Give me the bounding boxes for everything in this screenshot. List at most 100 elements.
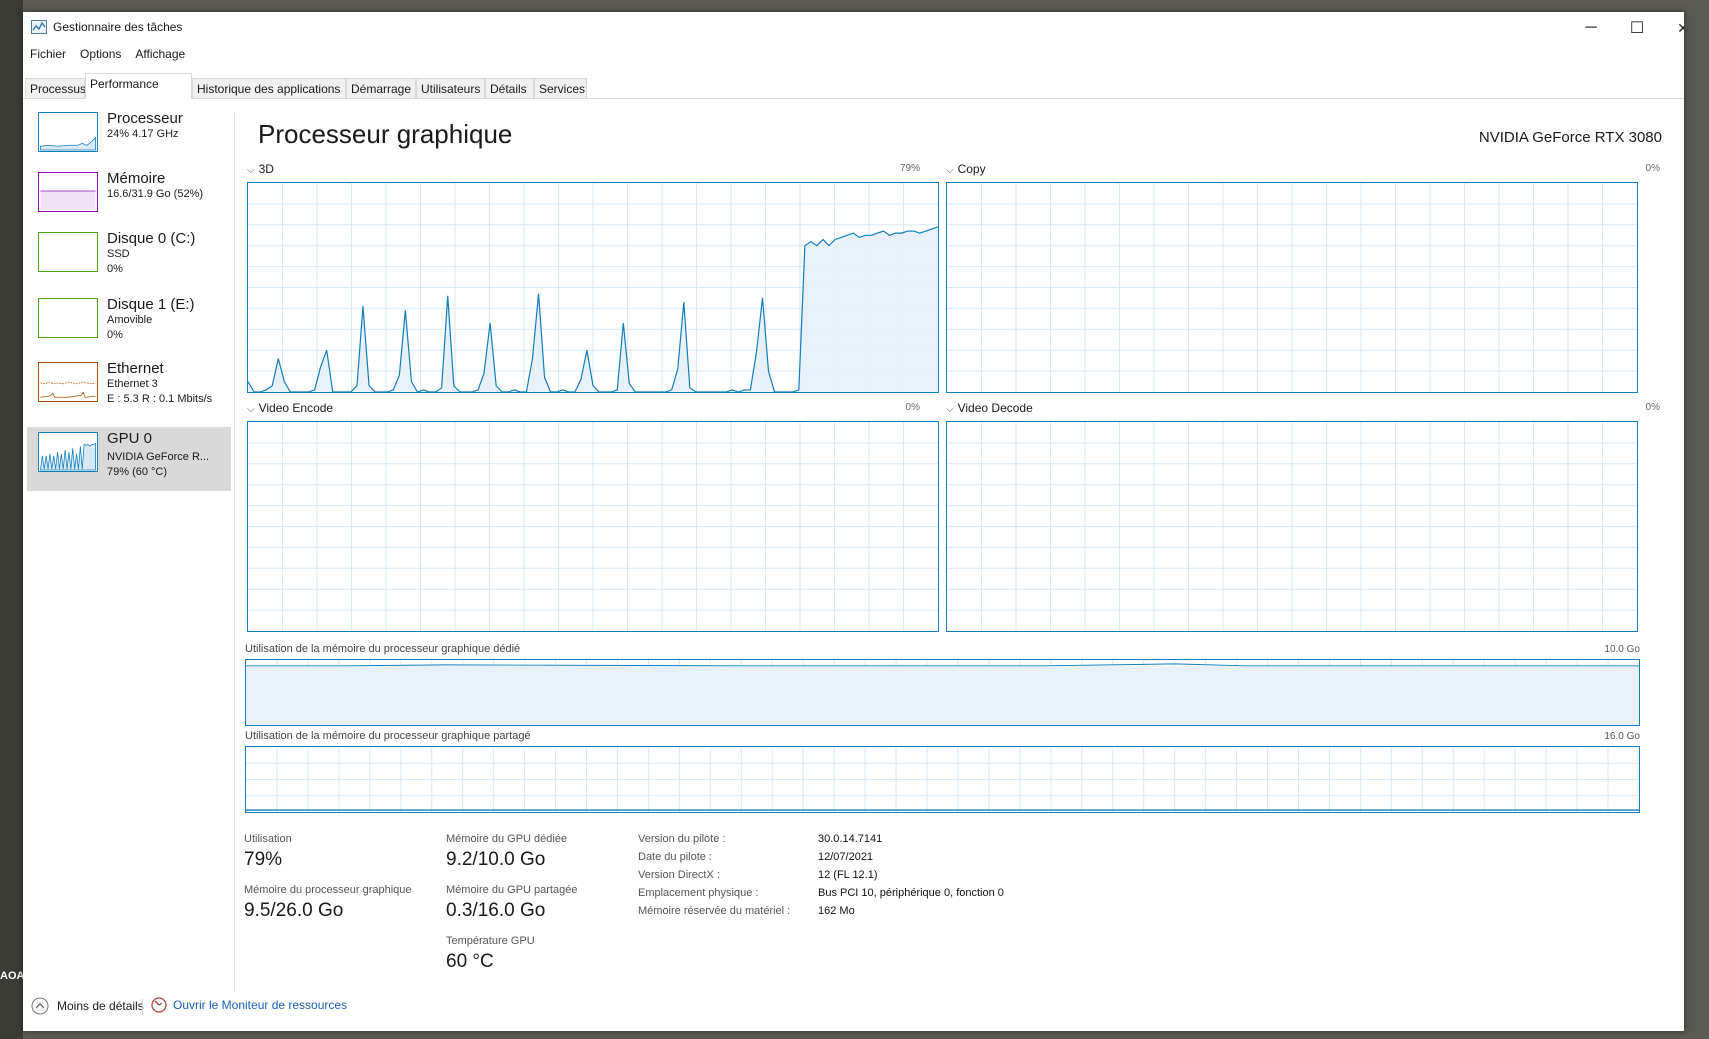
shared-memory-graph: [245, 746, 1640, 813]
sidebar-item-disk0[interactable]: Disque 0 (C:) SSD 0%: [27, 227, 231, 289]
tab-details[interactable]: Détails: [485, 78, 534, 98]
engine-percent: 0%: [905, 402, 920, 413]
driver-date-label: Date du pilote :: [638, 851, 712, 863]
open-resource-monitor-label: Ouvrir le Moniteur de ressources: [173, 998, 348, 1012]
engine-selector-video-encode[interactable]: ⌵ Video Encode: [247, 401, 333, 415]
sidebar-divider: [234, 112, 235, 992]
engine-selector-video-decode[interactable]: ⌵ Video Decode: [946, 401, 1033, 415]
engine-selector-3d[interactable]: ⌵ 3D: [247, 162, 274, 176]
chevron-down-icon: ⌵: [247, 404, 255, 415]
sidebar-item-detail: 79% (60 °C): [107, 466, 168, 478]
hardware-reserved-memory-label: Mémoire réservée du matériel :: [638, 905, 791, 917]
directx-version-label: Version DirectX :: [638, 869, 720, 881]
fewer-details-label: Moins de détails: [57, 999, 144, 1013]
shared-memory-max: 16.0 Go: [1604, 731, 1640, 742]
tab-performance[interactable]: Performance: [85, 73, 192, 99]
sidebar-item-label: Ethernet: [107, 360, 164, 377]
gpu-properties: Version du pilote : 30.0.14.7141 Date du…: [638, 833, 1138, 933]
chevron-down-icon: ⌵: [946, 404, 954, 415]
sidebar-item-cpu[interactable]: Processeur 24% 4.17 GHz: [27, 107, 231, 169]
open-resource-monitor-link[interactable]: Ouvrir le Moniteur de ressources: [151, 997, 347, 1013]
fewer-details-button[interactable]: Moins de détails: [31, 997, 144, 1015]
sidebar-item-gpu0[interactable]: GPU 0 NVIDIA GeForce R... 79% (60 °C): [27, 427, 231, 491]
menu-file[interactable]: Fichier: [23, 44, 73, 64]
gpu-memory-label: Mémoire du processeur graphique: [244, 884, 412, 896]
footer-bar: Moins de détails Ouvrir le Moniteur de r…: [23, 989, 1684, 1029]
shared-memory-label: Utilisation de la mémoire du processeur …: [245, 730, 531, 742]
dedicated-memory-graph: [245, 659, 1640, 726]
window-title: Gestionnaire des tâches: [53, 20, 183, 34]
driver-version-value: 30.0.14.7141: [818, 833, 883, 845]
desktop-background-right: [1684, 0, 1709, 1039]
gpu-detail-panel: Processeur graphique NVIDIA GeForce RTX …: [241, 107, 1681, 987]
sidebar-item-detail: 16.6/31.9 Go (52%): [107, 188, 204, 200]
utilization-value: 79%: [244, 849, 283, 870]
task-manager-icon: [31, 20, 47, 34]
engine-percent: 79%: [899, 163, 920, 174]
hardware-reserved-memory-value: 162 Mo: [818, 905, 855, 917]
dedicated-gpu-memory-label: Mémoire du GPU dédiée: [446, 833, 568, 845]
driver-version-label: Version du pilote :: [638, 833, 726, 845]
engine-graph-copy: [946, 182, 1638, 393]
sidebar-item-detail: Amovible: [107, 314, 153, 326]
tab-services[interactable]: Services: [534, 78, 587, 98]
chevron-down-icon: ⌵: [247, 165, 255, 176]
title-bar: Gestionnaire des tâches ─ ☐ ✕: [23, 12, 1684, 44]
minimize-button[interactable]: ─: [1568, 12, 1614, 44]
gpu-model-name: NVIDIA GeForce RTX 3080: [1478, 129, 1662, 146]
menu-options[interactable]: Options: [73, 44, 128, 64]
chevron-up-circle-icon: [31, 997, 49, 1015]
ethernet-thumbnail: [38, 362, 98, 402]
dedicated-gpu-memory-value: 9.2/10.0 Go: [446, 849, 546, 870]
sidebar-item-label: Processeur: [107, 110, 183, 127]
sidebar-item-detail: NVIDIA GeForce R...: [107, 451, 210, 463]
directx-version-value: 12 (FL 12.1): [818, 869, 878, 881]
disk1-thumbnail: [38, 298, 98, 338]
tab-startup[interactable]: Démarrage: [346, 78, 416, 98]
engine-graph-video-decode: [946, 421, 1638, 632]
engine-percent: 0%: [1645, 402, 1660, 413]
engine-graph-3d: [247, 182, 939, 393]
sidebar-item-ethernet[interactable]: Ethernet Ethernet 3 E : 5.3 R : 0.1 Mbit…: [27, 357, 231, 419]
tab-app-history[interactable]: Historique des applications: [192, 78, 346, 98]
shared-gpu-memory-label: Mémoire du GPU partagée: [446, 884, 578, 896]
gpu-memory-value: 9.5/26.0 Go: [244, 900, 344, 921]
shared-gpu-memory-value: 0.3/16.0 Go: [446, 900, 546, 921]
sidebar-item-disk1[interactable]: Disque 1 (E:) Amovible 0%: [27, 293, 231, 355]
dedicated-memory-max: 10.0 Go: [1604, 644, 1640, 655]
memory-thumbnail: [38, 172, 98, 212]
maximize-button[interactable]: ☐: [1614, 12, 1660, 44]
cpu-thumbnail: [38, 112, 98, 152]
utilization-label: Utilisation: [244, 833, 292, 845]
footer-divider: [142, 999, 143, 1015]
physical-location-value: Bus PCI 10, périphérique 0, fonction 0: [818, 887, 1004, 899]
sidebar-item-memory[interactable]: Mémoire 16.6/31.9 Go (52%): [27, 167, 231, 229]
menu-bar: Fichier Options Affichage: [23, 44, 192, 64]
task-manager-window: Gestionnaire des tâches ─ ☐ ✕ Fichier Op…: [23, 12, 1684, 1031]
page-title: Processeur graphique: [258, 119, 513, 149]
gpu-temperature-label: Température GPU: [446, 935, 535, 947]
sidebar-item-detail: Ethernet 3: [107, 378, 158, 390]
tab-users[interactable]: Utilisateurs: [416, 78, 485, 98]
sidebar-item-detail: E : 5.3 R : 0.1 Mbits/s: [107, 393, 213, 405]
tab-processes[interactable]: Processus: [25, 78, 86, 98]
driver-date-value: 12/07/2021: [818, 851, 874, 863]
resource-monitor-icon: [151, 997, 167, 1013]
physical-location-label: Emplacement physique :: [638, 887, 759, 899]
engine-selector-copy[interactable]: ⌵ Copy: [946, 162, 986, 176]
desktop-background-left: [0, 0, 23, 1039]
desktop-icon-label: AOA: [0, 970, 25, 982]
gpu-thumbnail: [38, 432, 98, 472]
sidebar-item-detail: SSD: [107, 248, 130, 260]
engine-percent: 0%: [1645, 163, 1660, 174]
dedicated-memory-label: Utilisation de la mémoire du processeur …: [245, 643, 521, 655]
sidebar-item-detail: 0%: [107, 329, 123, 341]
performance-sidebar: Processeur 24% 4.17 GHz Mémoire 16.6/31.…: [23, 107, 234, 987]
gpu-temperature-value: 60 °C: [446, 951, 494, 972]
sidebar-item-label: Disque 1 (E:): [107, 296, 195, 313]
menu-view[interactable]: Affichage: [128, 44, 192, 64]
sidebar-item-label: Disque 0 (C:): [107, 230, 196, 247]
close-button[interactable]: ✕: [1660, 12, 1684, 44]
sidebar-item-label: GPU 0: [107, 430, 153, 447]
chevron-down-icon: ⌵: [946, 165, 954, 176]
